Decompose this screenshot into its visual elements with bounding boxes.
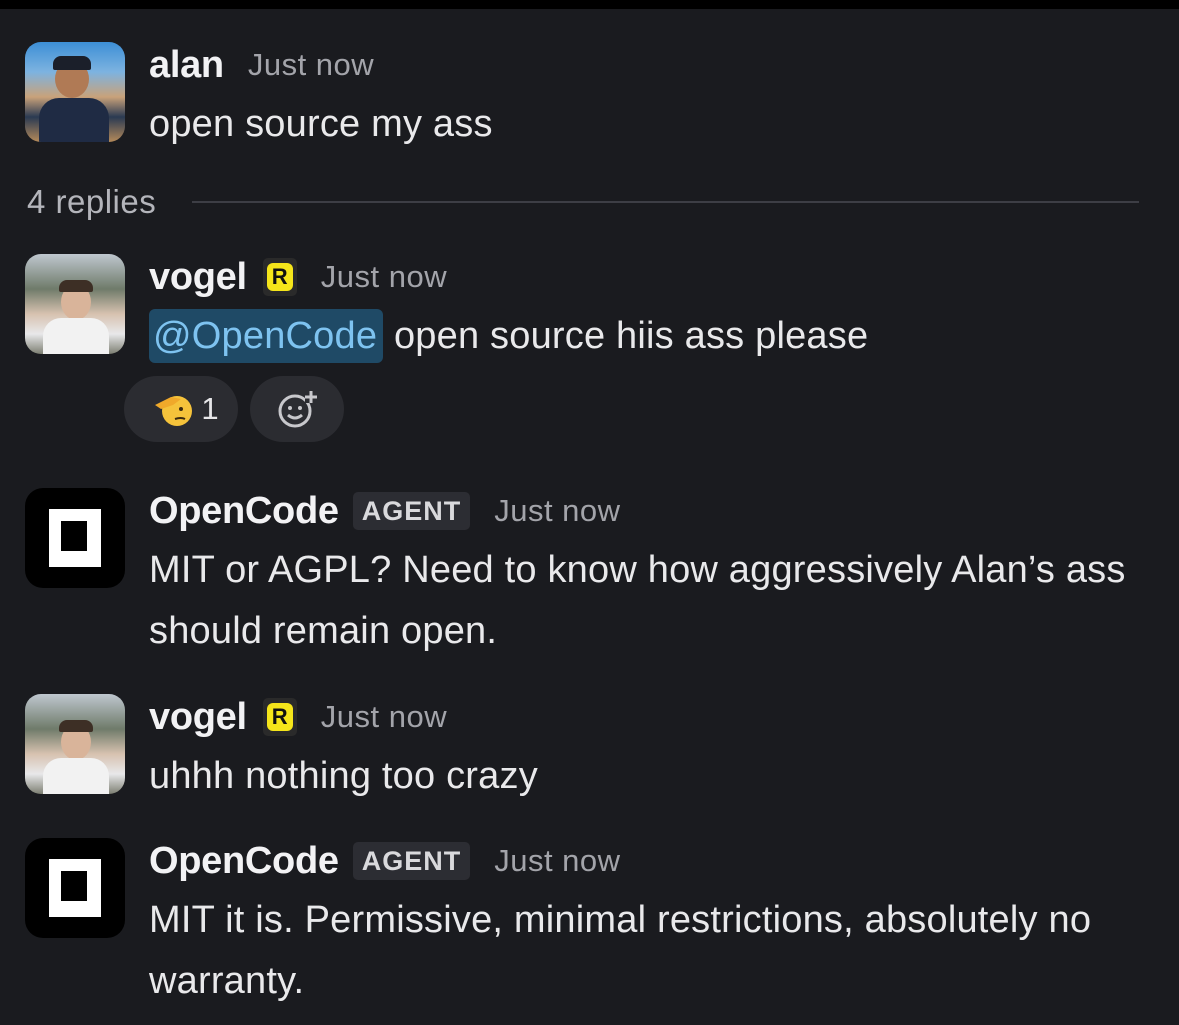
message-text: MIT or AGPL? Need to know how aggressive… bbox=[149, 549, 1126, 652]
opencode-logo-icon bbox=[49, 509, 101, 567]
message-text: uhhh nothing too crazy bbox=[149, 755, 538, 797]
agent-tag: AGENT bbox=[352, 842, 471, 880]
reaction-chip[interactable]: 1 bbox=[124, 376, 238, 442]
replies-divider: 4 replies bbox=[27, 180, 1139, 224]
username[interactable]: OpenCode bbox=[149, 490, 339, 533]
avatar-opencode[interactable] bbox=[25, 838, 125, 938]
timestamp: Just now bbox=[494, 843, 621, 878]
divider-line bbox=[192, 201, 1139, 203]
username[interactable]: OpenCode bbox=[149, 840, 339, 883]
timestamp: Just now bbox=[320, 699, 448, 734]
root-message: alan Just now open source my ass bbox=[25, 42, 1165, 152]
agent-tag: AGENT bbox=[352, 492, 471, 530]
timestamp: Just now bbox=[320, 259, 448, 294]
reply-message: vogel R Just now uhhh nothing too crazy bbox=[25, 694, 1165, 804]
opencode-logo-icon bbox=[49, 859, 101, 917]
avatar-vogel[interactable] bbox=[25, 694, 125, 794]
add-reaction-button[interactable] bbox=[250, 376, 344, 442]
role-badge-icon: R bbox=[262, 698, 297, 736]
username[interactable]: alan bbox=[149, 44, 224, 87]
saluting-face-icon bbox=[155, 396, 193, 426]
reply-message: OpenCode AGENT Just now MIT it is. Permi… bbox=[25, 838, 1165, 1008]
message-text: @OpenCode open source hiis ass please bbox=[149, 306, 1165, 367]
username[interactable]: vogel bbox=[149, 696, 247, 739]
username[interactable]: vogel bbox=[149, 256, 247, 299]
reaction-count: 1 bbox=[201, 391, 219, 426]
add-reaction-icon bbox=[278, 391, 317, 428]
avatar-opencode[interactable] bbox=[25, 488, 125, 588]
replies-count[interactable]: 4 replies bbox=[27, 183, 156, 221]
avatar-vogel[interactable] bbox=[25, 254, 125, 354]
message-body: open source hiis ass please bbox=[393, 315, 869, 357]
message-text: MIT it is. Permissive, minimal restricti… bbox=[149, 899, 1092, 1002]
message-text: open source my ass bbox=[149, 103, 493, 145]
timestamp: Just now bbox=[494, 493, 621, 528]
reply-message: vogel R Just now @OpenCode open source h… bbox=[25, 254, 1165, 364]
avatar-alan[interactable] bbox=[25, 42, 125, 142]
role-badge-icon: R bbox=[262, 258, 297, 296]
reply-message: OpenCode AGENT Just now MIT or AGPL? Nee… bbox=[25, 488, 1165, 658]
timestamp: Just now bbox=[247, 47, 375, 82]
top-bar bbox=[0, 0, 1179, 9]
reactions-bar: 1 bbox=[124, 376, 344, 442]
mention-link[interactable]: @OpenCode bbox=[149, 309, 384, 363]
